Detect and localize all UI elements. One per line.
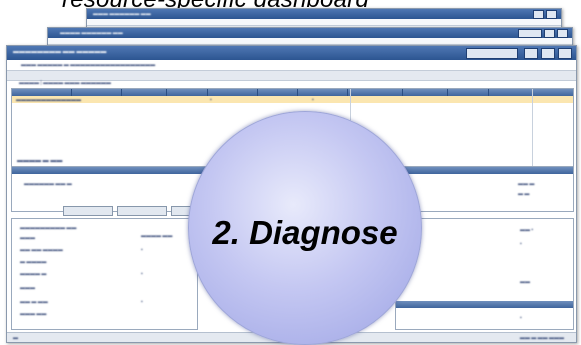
grid-header	[12, 89, 573, 96]
minimize-button[interactable]	[544, 29, 555, 38]
resource-selector[interactable]	[466, 48, 518, 59]
close-button[interactable]	[558, 48, 572, 59]
window-controls	[533, 10, 557, 19]
window-controls	[518, 29, 568, 38]
resource-combo[interactable]	[518, 29, 542, 38]
section-title: ▬▬▬▬ ▬ ▬▬	[17, 158, 63, 164]
window-title-bar: ▬▬▬▬▬▬▬▬ ▬▬ ▬▬▬▬▬	[7, 46, 576, 60]
overlay-label: 2. Diagnose	[212, 214, 398, 251]
link-bar: ▬▬▬▬ ▬▬ ▬▬▬ ▬▬▬▬▬▬▬▬▬▬▬ ▬▬▬▬▬	[48, 38, 572, 53]
close-button[interactable]	[557, 29, 568, 38]
action-button-2[interactable]	[117, 206, 167, 216]
link-bar: ▬▬ ▬▬▬ ▬▬▬▬ ▬▬▬▬▬▬▬▬▬▬▬▬▬▬▬	[87, 19, 561, 34]
window-controls	[524, 48, 572, 59]
minimize-button[interactable]	[524, 48, 538, 59]
window-title: ▬▬▬▬▬▬▬▬ ▬▬ ▬▬▬▬▬	[13, 49, 107, 55]
close-button[interactable]	[546, 10, 557, 19]
selected-table-row[interactable]: ▬▬▬▬▬▬▬▬▬▬▬▬▬ ▪ ▪	[12, 96, 573, 103]
minimize-button[interactable]	[533, 10, 544, 19]
toolbar: ▬▬▬▬ | ▬▬▬▬ ▬▬▬ ▬▬▬▬▬▬	[7, 70, 576, 86]
window-title-bar: ▬▬▬ ▬▬▬▬▬▬ ▬▬	[87, 9, 561, 19]
link-bar: ▬▬▬ ▬▬▬▬▬ ▬ ▬▬▬▬▬▬▬▬▬▬▬▬▬▬▬▬▬	[21, 62, 156, 68]
diagnose-overlay-circle: 2. Diagnose	[188, 111, 422, 345]
maximize-button[interactable]	[541, 48, 555, 59]
action-button-1[interactable]	[63, 206, 113, 216]
details-pane-right: ▬▬ ▪ ▪ ▬▬ ▪	[395, 218, 574, 330]
window-title-bar: ▬▬▬▬ ▬▬▬▬▬▬ ▬▬	[48, 28, 572, 38]
